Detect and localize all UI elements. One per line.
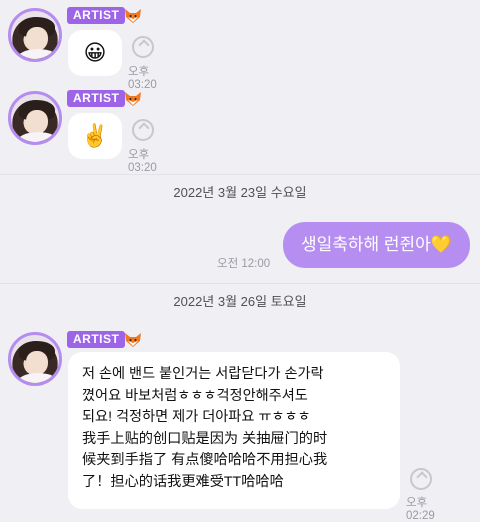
date-divider: 2022년 3월 23일 수요일 — [173, 185, 307, 200]
my-message-time: 오전 12:00 — [217, 258, 271, 270]
grinning-emoji: 😀 — [83, 40, 107, 65]
date-divider: 2022년 3월 26일 토요일 — [173, 294, 307, 309]
message-time: 오후 03:20 — [128, 66, 157, 91]
translate-icon[interactable] — [132, 36, 154, 58]
section-divider — [0, 283, 480, 284]
emoji-bubble[interactable]: ✌️ — [68, 113, 122, 159]
artist-avatar[interactable] — [8, 8, 62, 62]
text-message-bubble[interactable]: 저 손에 밴드 붙인거는 서랍닫다가 손가락 꼈어요 바보처럼ㅎㅎㅎ걱정안해주셔… — [68, 352, 400, 509]
artist-avatar[interactable] — [8, 91, 62, 145]
translate-icon[interactable] — [410, 468, 432, 490]
artist-badge: ARTIST — [67, 90, 126, 107]
victory-hand-emoji: ✌️ — [81, 123, 109, 148]
message-time: 오후 02:29 — [406, 497, 435, 522]
fox-emoji-icon — [125, 92, 141, 106]
section-divider — [0, 174, 480, 175]
emoji-bubble[interactable]: 😀 — [68, 30, 122, 76]
message-line: 되요! 걱정하면 제가 더아파요 ㅠㅎㅎㅎ — [82, 409, 311, 425]
translate-icon[interactable] — [132, 119, 154, 141]
message-time: 오후 03:20 — [128, 149, 157, 174]
message-line: 候夹到手指了 有点傻哈哈哈不用担心我 — [82, 452, 328, 468]
message-line: 我手上贴的创口贴是因为 关抽屉门的时 — [82, 430, 328, 447]
message-line: 저 손에 밴드 붙인거는 서랍닫다가 손가락 — [82, 366, 324, 382]
artist-badge: ARTIST — [67, 331, 126, 348]
fox-emoji-icon — [125, 9, 141, 23]
artist-avatar[interactable] — [8, 332, 62, 386]
message-line: 了！担心的话我更难受TT哈哈哈 — [82, 473, 284, 490]
fox-emoji-icon — [125, 333, 141, 347]
message-line: 꼈어요 바보처럼ㅎㅎㅎ걱정안해주셔도 — [82, 387, 308, 404]
artist-badge: ARTIST — [67, 7, 126, 24]
my-message-bubble[interactable]: 생일축하해 런쥔아💛 — [282, 222, 470, 268]
my-message-text: 생일축하해 런쥔아💛 — [300, 235, 452, 254]
